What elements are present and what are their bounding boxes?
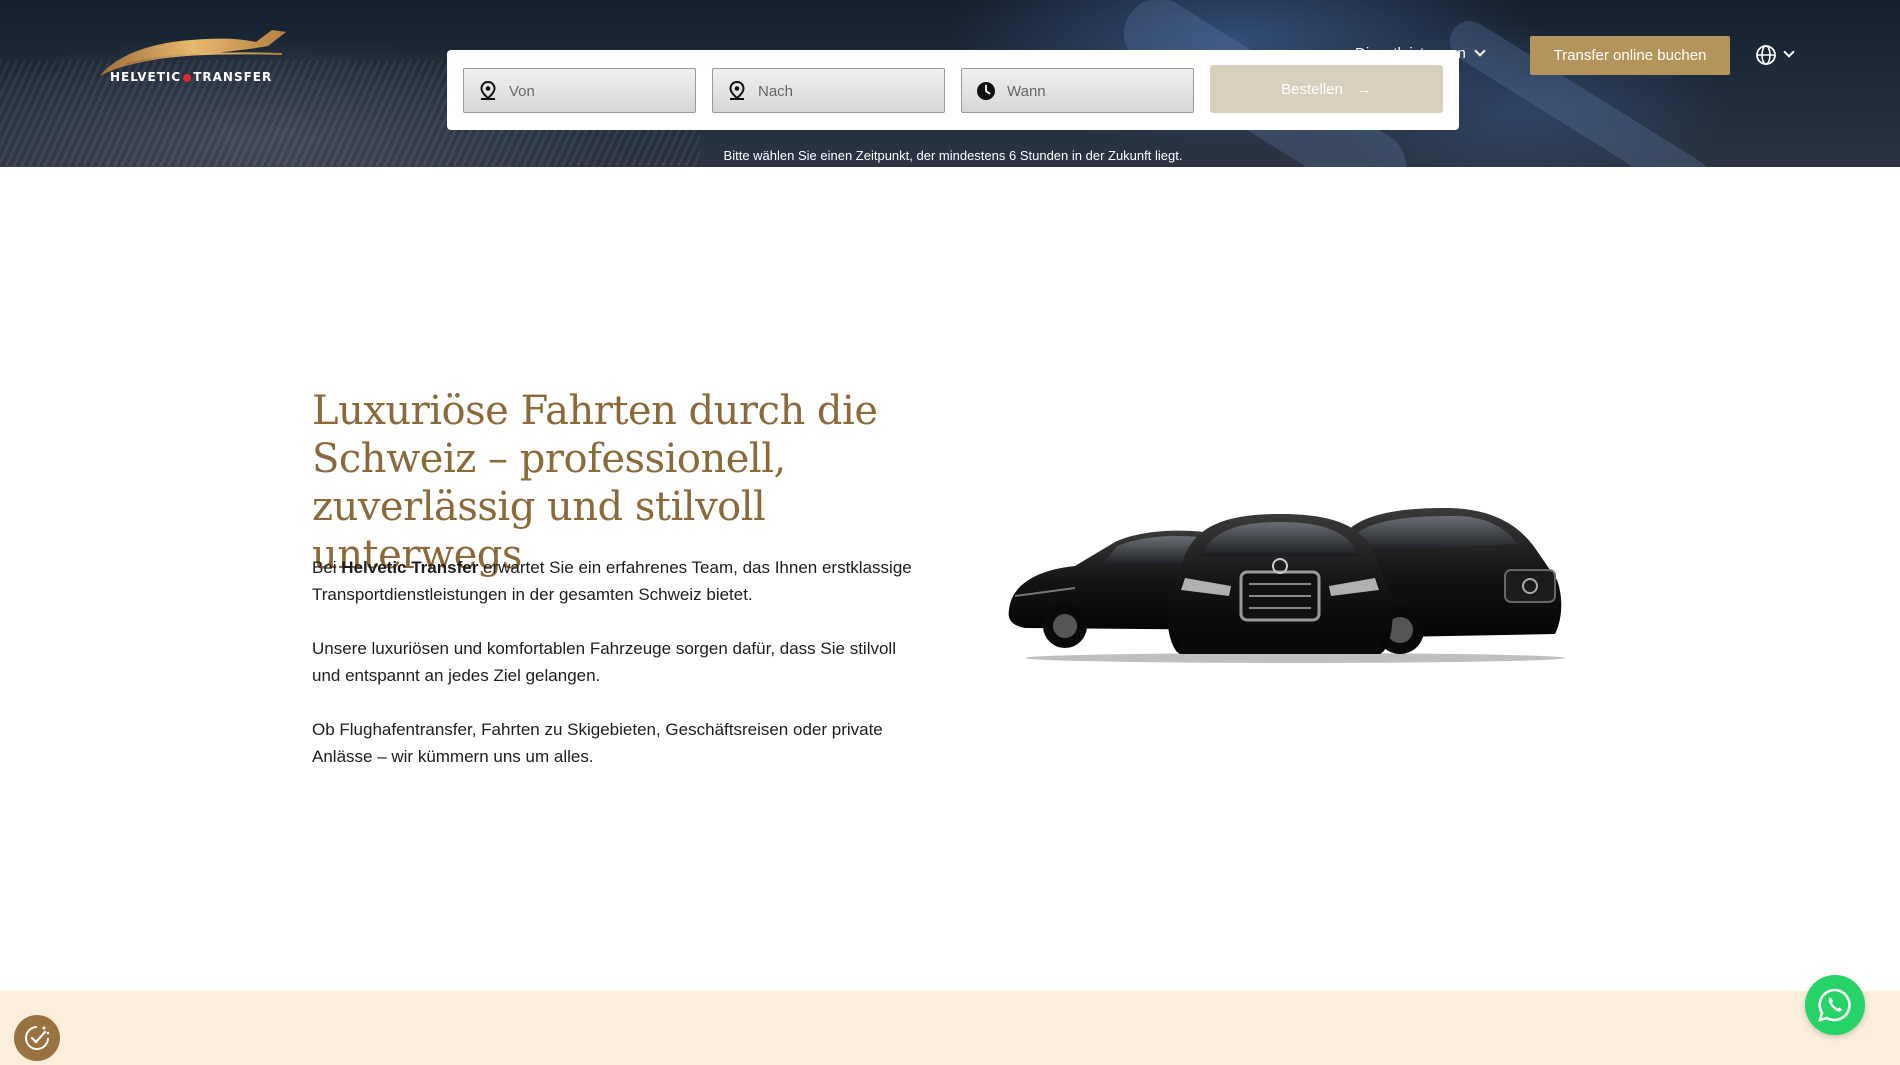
when-field[interactable]: Wann xyxy=(961,68,1194,113)
vehicles-paragraph: Unsere luxuriösen und komfortablen Fahrz… xyxy=(312,639,896,685)
booking-hint: Bitte wählen Sie einen Zeitpunkt, der mi… xyxy=(0,148,1900,163)
page-headline: Luxuriöse Fahrten durch die Schweiz – pr… xyxy=(312,388,878,578)
intro-prefix: Bei xyxy=(312,558,342,577)
from-field[interactable]: Von xyxy=(463,68,696,113)
site-logo[interactable]: HELVETIC TRANSFER xyxy=(96,24,292,88)
cookie-settings-icon xyxy=(25,1026,50,1050)
booking-form: Von Nach Wann Bestellen → xyxy=(447,50,1459,130)
intro-paragraph: Bei Helvetic Transfer erwartet Sie ein e… xyxy=(312,554,912,608)
whatsapp-chat-button[interactable] xyxy=(1805,975,1865,1035)
to-field[interactable]: Nach xyxy=(712,68,945,113)
logo-text: HELVETIC TRANSFER xyxy=(110,70,272,84)
chevron-down-icon xyxy=(1474,45,1486,57)
map-pin-icon xyxy=(480,81,496,100)
arrow-right-icon: → xyxy=(1356,80,1372,98)
fleet-cars-image xyxy=(1008,508,1565,663)
sedan-center xyxy=(1167,514,1393,654)
when-placeholder: Wann xyxy=(1007,83,1046,100)
nav-services-dropdown[interactable]: Dienstleistungen xyxy=(1355,45,1486,62)
from-placeholder: Von xyxy=(509,83,535,100)
cta-label: Transfer online buchen xyxy=(1553,47,1707,64)
whatsapp-icon xyxy=(1818,988,1851,1022)
nav-services-label: Dienstleistungen xyxy=(1355,45,1466,62)
chevron-down-icon xyxy=(1783,46,1795,58)
book-transfer-online-button[interactable]: Transfer online buchen xyxy=(1530,36,1730,75)
map-pin-icon xyxy=(729,81,745,100)
logo-text-left: HELVETIC xyxy=(110,70,182,84)
cookie-settings-button[interactable] xyxy=(14,1015,60,1061)
booking-hint-text: Bitte wählen Sie einen Zeitpunkt, der mi… xyxy=(723,148,1183,163)
hero-header: HELVETIC TRANSFER Von Nach Wann Bestelle… xyxy=(0,0,1900,167)
globe-icon xyxy=(1756,45,1776,65)
intro-brand-name: Helvetic Transfer xyxy=(341,558,479,577)
logo-text-right: TRANSFER xyxy=(193,70,273,84)
to-placeholder: Nach xyxy=(758,83,794,100)
order-button[interactable]: Bestellen → xyxy=(1210,65,1443,113)
order-button-label: Bestellen xyxy=(1281,80,1343,98)
clock-icon xyxy=(977,82,995,100)
language-selector[interactable] xyxy=(1755,44,1805,66)
swiss-flag-icon xyxy=(183,73,192,82)
services-paragraph: Ob Flughafentransfer, Fahrten zu Skigebi… xyxy=(312,720,883,766)
next-section-background xyxy=(0,991,1900,1065)
